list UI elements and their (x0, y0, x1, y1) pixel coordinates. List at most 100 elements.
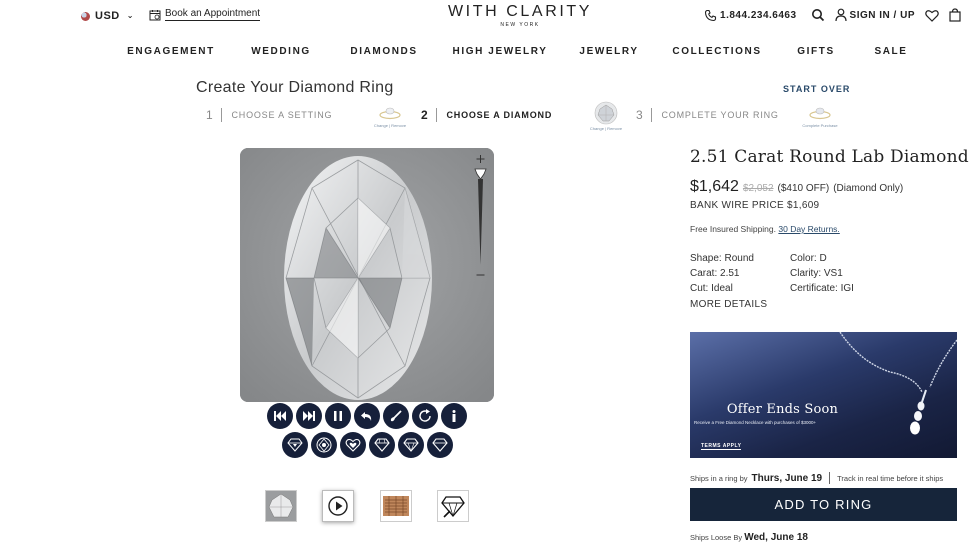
product-title: 2.51 Carat Round Lab Diamond (690, 147, 969, 167)
book-appointment-label: Book an Appointment (165, 8, 261, 21)
currency-selector[interactable]: USD ⌄ (81, 10, 134, 22)
diamond-photo-icon (266, 491, 296, 521)
add-to-ring-button[interactable]: ADD TO RING (690, 488, 957, 521)
nav-high-jewelry[interactable]: HIGH JEWELRY (453, 46, 548, 57)
currency-label: USD (95, 10, 120, 22)
promo-banner[interactable]: Offer Ends Soon Receive a Free Diamond N… (690, 332, 957, 458)
logo[interactable]: WITH CLARITY NEW YORK (440, 3, 600, 28)
skip-forward-icon[interactable] (296, 403, 322, 429)
heart-arrows-icon[interactable] (340, 432, 366, 458)
spec-carat: Carat: 2.51 (690, 268, 740, 279)
rotate-icon[interactable] (412, 403, 438, 429)
spec-shape: Shape: Round (690, 253, 754, 264)
step-divider (436, 108, 438, 122)
complete-thumbnail[interactable]: Complete Purchase (794, 106, 846, 128)
video-play-thumb[interactable] (322, 490, 354, 522)
zoom-slider[interactable] (473, 155, 488, 280)
skip-back-icon[interactable] (267, 403, 293, 429)
book-appointment-link[interactable]: Book an Appointment (149, 8, 261, 21)
terms-link[interactable]: TERMS APPLY (701, 443, 742, 450)
undo-icon[interactable] (354, 403, 380, 429)
diamond-thumb-icon (594, 101, 618, 125)
nav-gifts[interactable]: GIFTS (797, 46, 834, 57)
builder-title: Create Your Diamond Ring (196, 79, 394, 96)
diamond-photo-thumb[interactable] (265, 490, 297, 522)
step-label: CHOOSE A SETTING (231, 110, 333, 120)
spec-clarity: Clarity: VS1 (790, 268, 843, 279)
logo-main: WITH CLARITY (447, 3, 593, 20)
nav-collections[interactable]: COLLECTIONS (672, 46, 761, 57)
phone-link[interactable]: 1.844.234.6463 (704, 9, 797, 22)
nav-engagement[interactable]: ENGAGEMENT (127, 46, 215, 57)
spec-cut: Cut: Ideal (690, 283, 733, 294)
bank-wire-price: BANK WIRE PRICE $1,609 (690, 200, 820, 211)
diamond-thumbnail[interactable]: Change | Remove (582, 101, 630, 131)
track-text: Track in real time before it ships (837, 473, 944, 483)
step-choose-diamond[interactable]: 2 CHOOSE A DIAMOND (421, 108, 552, 122)
price-row: $1,642 $2,052 ($410 OFF) (Diamond Only) (690, 178, 903, 196)
nav-jewelry[interactable]: JEWELRY (579, 46, 638, 57)
spec-row: Carat: 2.51 Clarity: VS1 (690, 268, 890, 283)
current-price: $1,642 (690, 178, 739, 195)
price-note: (Diamond Only) (833, 183, 904, 194)
step-label: CHOOSE A DIAMOND (446, 110, 553, 120)
ships-in-ring-info: Ships in a ring by Thurs, June 19 Track … (690, 472, 943, 484)
info-icon[interactable] (441, 403, 467, 429)
ring-setting-icon (379, 107, 401, 120)
setting-thumbnail[interactable]: Change | Remove (366, 106, 414, 128)
diamond-360-viewer[interactable] (240, 148, 494, 402)
search-icon[interactable] (811, 8, 825, 22)
discount-amount: ($410 OFF) (777, 183, 830, 194)
spec-color: Color: D (790, 253, 827, 264)
diamond-specs: Shape: Round Color: D Carat: 2.51 Clarit… (690, 253, 890, 298)
brush-icon[interactable] (383, 403, 409, 429)
step-label: COMPLETE YOUR RING (661, 110, 779, 120)
certificate-thumb[interactable] (380, 490, 412, 522)
complete-purchase-link[interactable]: Complete Purchase (794, 123, 846, 128)
complete-ring-icon (809, 107, 831, 120)
diamond-outline-icon[interactable] (398, 432, 424, 458)
us-flag-icon (81, 11, 90, 21)
pause-icon[interactable] (325, 403, 351, 429)
viewer-controls-row1 (267, 403, 467, 429)
returns-link[interactable]: 30 Day Returns. (778, 224, 839, 234)
spec-row: Shape: Round Color: D (690, 253, 890, 268)
step-number: 2 (421, 108, 429, 122)
step-number: 1 (206, 108, 214, 122)
diamond-side-icon[interactable] (369, 432, 395, 458)
spec-row: Cut: Ideal Certificate: IGI (690, 283, 890, 298)
shopping-bag-icon[interactable] (949, 8, 961, 22)
nav-diamonds[interactable]: DIAMONDS (350, 46, 417, 57)
user-icon (834, 8, 847, 22)
necklace-image (839, 332, 957, 435)
diamond-top-icon[interactable] (282, 432, 308, 458)
header-actions: 1.844.234.6463 SIGN IN / UP (704, 8, 961, 22)
diamond-diagram-thumb[interactable] (437, 490, 469, 522)
heart-icon[interactable] (925, 9, 939, 22)
main-nav: ENGAGEMENT WEDDING DIAMONDS HIGH JEWELRY… (0, 46, 975, 60)
diamond-image (240, 148, 494, 402)
start-over-link[interactable]: START OVER (783, 84, 850, 94)
setting-links[interactable]: Change | Remove (366, 123, 414, 128)
ships-ring-date: Thurs, June 19 (751, 472, 823, 484)
more-details-link[interactable]: MORE DETAILS (690, 299, 767, 310)
shipping-info: Free Insured Shipping. 30 Day Returns. (690, 224, 840, 234)
step-number: 3 (636, 108, 644, 122)
free-shipping-text: Free Insured Shipping. (690, 224, 776, 234)
play-icon (328, 496, 348, 516)
nav-sale[interactable]: SALE (874, 46, 907, 57)
divider (829, 472, 831, 484)
nav-wedding[interactable]: WEDDING (251, 46, 311, 57)
phone-icon (704, 9, 717, 21)
promo-subtitle: Receive a Free Diamond Necklace with pur… (694, 420, 817, 425)
diamond-plain-icon[interactable] (427, 432, 453, 458)
signin-link[interactable]: SIGN IN / UP (834, 8, 915, 22)
chevron-down-icon: ⌄ (126, 10, 134, 20)
viewer-controls-row2 (282, 432, 453, 458)
step-complete-ring[interactable]: 3 COMPLETE YOUR RING (636, 108, 779, 122)
step-choose-setting[interactable]: 1 CHOOSE A SETTING (206, 108, 332, 122)
ships-loose-info: Ships Loose By Wed, June 18 (690, 532, 808, 542)
diamond-face-icon[interactable] (311, 432, 337, 458)
diamond-diagram-icon (441, 496, 465, 518)
diamond-links[interactable]: Change | Remove (582, 126, 630, 131)
